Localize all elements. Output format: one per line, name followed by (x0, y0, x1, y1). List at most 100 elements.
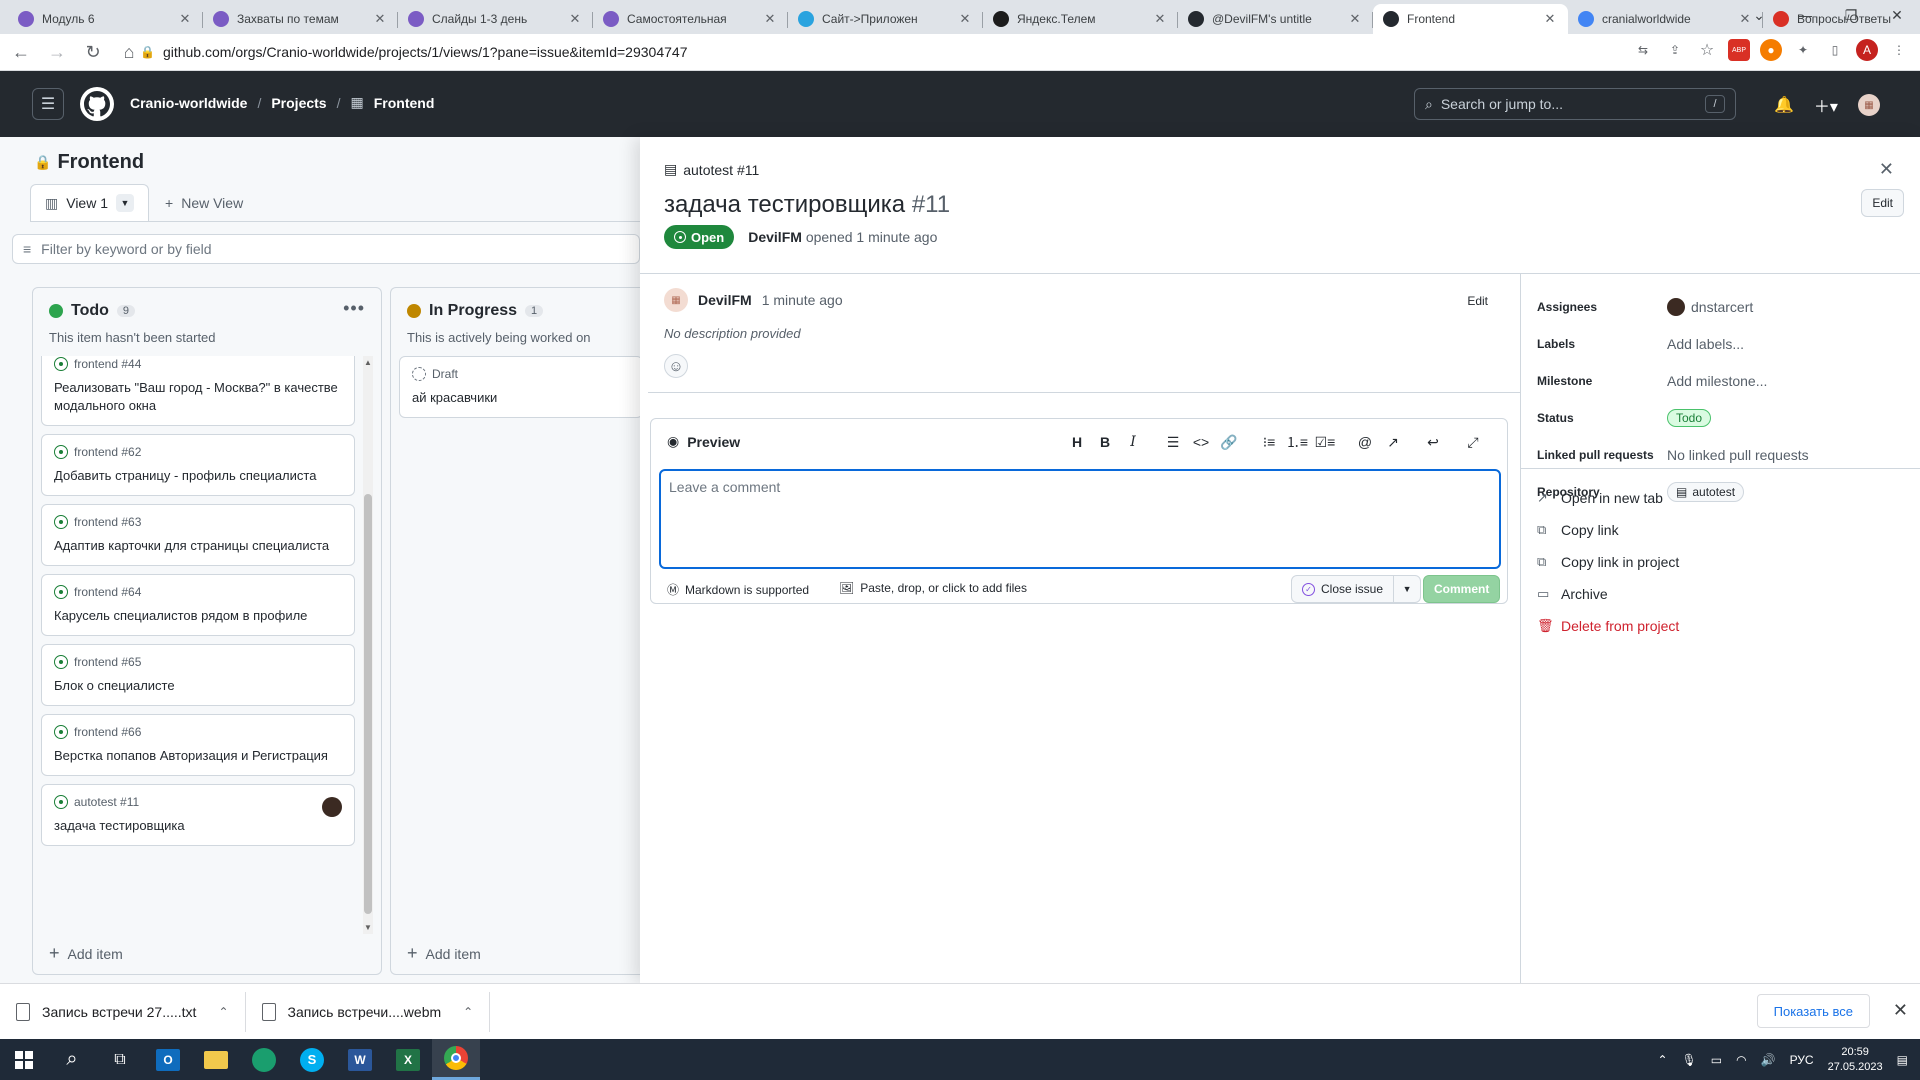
link-icon[interactable]: 🔗 (1215, 431, 1243, 453)
browser-tab[interactable]: Яндекс.Телем ✕ (983, 4, 1178, 34)
numbered-list-icon[interactable]: ⒈≡ (1283, 431, 1311, 453)
breadcrumb-projects[interactable]: Projects (271, 95, 326, 111)
browser-tab[interactable]: @DevilFM's untitle ✕ (1178, 4, 1373, 34)
hamburger-menu-button[interactable]: ☰ (32, 88, 64, 120)
delete-from-project-button[interactable]: 🗑 Delete from project (1537, 610, 1679, 642)
microphone-icon[interactable]: 🎙 (1682, 1053, 1697, 1067)
labels-field[interactable]: Labels Add labels... (1537, 325, 1917, 362)
issue-card[interactable]: frontend #63 Адаптив карточки для страниц… (41, 504, 355, 566)
battery-icon[interactable]: ▭ (1711, 1053, 1722, 1067)
search-icon[interactable]: ⌕ (48, 1039, 96, 1080)
download-item[interactable]: Запись встречи....webm ⌃ (246, 991, 491, 1032)
close-tab-icon[interactable]: ✕ (1347, 11, 1363, 27)
browser-tab[interactable]: Модуль 6 ✕ (8, 4, 203, 34)
breadcrumb-project[interactable]: Frontend (374, 95, 435, 111)
close-tab-icon[interactable]: ✕ (372, 11, 388, 27)
task-view-icon[interactable]: ⧉ (96, 1039, 144, 1080)
language-indicator[interactable]: РУС (1790, 1053, 1814, 1067)
create-new-plus-icon[interactable]: ＋▾ (1814, 93, 1838, 117)
issue-card[interactable]: autotest #11 задача тестировщика (41, 784, 355, 846)
browser-tab[interactable]: Сайт->Приложен ✕ (788, 4, 983, 34)
add-reaction-smiley-icon[interactable]: ☺ (664, 354, 688, 378)
file-explorer-icon[interactable] (192, 1039, 240, 1080)
assignees-field[interactable]: Assignees dnstarcert (1537, 288, 1917, 325)
close-icon[interactable]: ✕ (1893, 1000, 1908, 1021)
close-tab-icon[interactable]: ✕ (567, 11, 583, 27)
bold-icon[interactable]: B (1091, 431, 1119, 453)
comment-button[interactable]: Comment (1423, 575, 1501, 603)
chevron-up-icon[interactable]: ⌃ (218, 1005, 228, 1019)
close-issue-dropdown[interactable]: ▼ (1394, 584, 1420, 594)
assignee-name[interactable]: dnstarcert (1691, 299, 1753, 315)
windows-start-icon[interactable] (0, 1039, 48, 1080)
issue-card[interactable]: frontend #64 Карусель специалистов рядом … (41, 574, 355, 636)
attach-files[interactable]: 🖼 Paste, drop, or click to add files (839, 581, 1027, 595)
issue-author[interactable]: DevilFM (748, 229, 802, 245)
bulleted-list-icon[interactable]: ⁝≡ (1255, 431, 1283, 453)
notifications-bell-icon[interactable]: 🔔 (1774, 95, 1794, 115)
close-tab-icon[interactable]: ✕ (1542, 11, 1558, 27)
task-list-icon[interactable]: ☑≡ (1311, 431, 1339, 453)
side-panel-icon[interactable]: ▯ (1824, 39, 1846, 61)
quote-icon[interactable]: ☰ (1159, 431, 1187, 453)
close-tab-icon[interactable]: ✕ (1152, 11, 1168, 27)
show-all-downloads-button[interactable]: Показать все (1756, 994, 1870, 1028)
profile-avatar[interactable]: A (1856, 39, 1878, 61)
field-value[interactable]: Add labels... (1667, 336, 1744, 352)
search-input[interactable]: ⌕ Search or jump to... / (1414, 88, 1736, 120)
comment-textarea[interactable]: Leave a comment (659, 469, 1501, 569)
forward-button[interactable]: → (42, 37, 72, 67)
issue-card[interactable]: frontend #44 Реализовать "Ваш город - Мос… (41, 356, 355, 426)
minimize-button[interactable]: — (1782, 0, 1828, 30)
comment-author[interactable]: DevilFM (698, 292, 752, 308)
scroll-down-arrow-icon[interactable]: ▼ (364, 923, 372, 932)
reload-button[interactable]: ↻ (78, 37, 108, 67)
close-tab-icon[interactable]: ✕ (762, 11, 778, 27)
view-options-dropdown[interactable]: ▼ (116, 194, 135, 212)
volume-icon[interactable]: 🔊 (1761, 1053, 1776, 1067)
chevron-up-icon[interactable]: ⌃ (463, 1005, 473, 1019)
open-in-new-tab-link[interactable]: ↗ Open in new tab (1537, 482, 1679, 514)
add-item-button[interactable]: + Add item (49, 943, 123, 964)
edit-title-button[interactable]: Edit (1861, 189, 1904, 217)
filter-input[interactable]: ≡ Filter by keyword or by field (12, 234, 640, 264)
add-item-button[interactable]: + Add item (407, 943, 481, 964)
browser-tab[interactable]: Захваты по темам ✕ (203, 4, 398, 34)
edit-comment-button[interactable]: Edit (1467, 294, 1488, 308)
scrollbar-thumb[interactable] (364, 494, 372, 914)
column-menu-icon[interactable]: ••• (343, 298, 365, 319)
fullscreen-icon[interactable]: ⤢ (1459, 431, 1487, 453)
chrome-icon[interactable] (432, 1039, 480, 1080)
browser-tab[interactable]: Frontend ✕ (1373, 4, 1568, 34)
word-icon[interactable]: W (336, 1039, 384, 1080)
excel-icon[interactable]: X (384, 1039, 432, 1080)
browser-tab[interactable]: cranialworldwide ✕ (1568, 4, 1763, 34)
tab-view-1[interactable]: ▥ View 1 ▼ (30, 184, 150, 221)
download-item[interactable]: Запись встречи 27.....txt ⌃ (0, 991, 246, 1032)
issue-card[interactable]: frontend #65 Блок о специалисте (41, 644, 355, 706)
close-panel-icon[interactable]: ✕ (1879, 159, 1894, 180)
adblock-icon[interactable]: ABP (1728, 39, 1750, 61)
browser-tab[interactable]: Слайды 1-3 день ✕ (398, 4, 593, 34)
breadcrumb-org[interactable]: Cranio-worldwide (130, 95, 247, 111)
copy-link-button[interactable]: ⧉ Copy link (1537, 514, 1679, 546)
browser-menu-icon[interactable]: ⋮ (1888, 39, 1910, 61)
github-logo-icon[interactable] (80, 87, 114, 121)
close-tab-icon[interactable]: ✕ (957, 11, 973, 27)
avatar[interactable]: ▦ (664, 288, 688, 312)
markdown-note[interactable]: Ⓜ Markdown is supported (667, 581, 809, 598)
archive-button[interactable]: ▭ Archive (1537, 578, 1679, 610)
back-button[interactable]: ← (6, 37, 36, 67)
edge-icon[interactable] (240, 1039, 288, 1080)
translate-icon[interactable]: ⇆ (1632, 39, 1654, 61)
new-view-button[interactable]: + New View (149, 184, 259, 221)
maximize-button[interactable]: ❐ (1828, 0, 1874, 30)
cross-reference-icon[interactable]: ↗ (1379, 431, 1407, 453)
user-avatar[interactable]: ▦ (1857, 94, 1880, 116)
bookmark-star-icon[interactable]: ☆ (1696, 39, 1718, 61)
browser-tab[interactable]: Самостоятельная ✕ (593, 4, 788, 34)
status-badge[interactable]: Todo (1667, 408, 1712, 427)
reply-icon[interactable]: ↩ (1419, 431, 1447, 453)
extensions-puzzle-icon[interactable]: ✦ (1792, 39, 1814, 61)
notifications-icon[interactable]: ▤ (1897, 1053, 1908, 1067)
